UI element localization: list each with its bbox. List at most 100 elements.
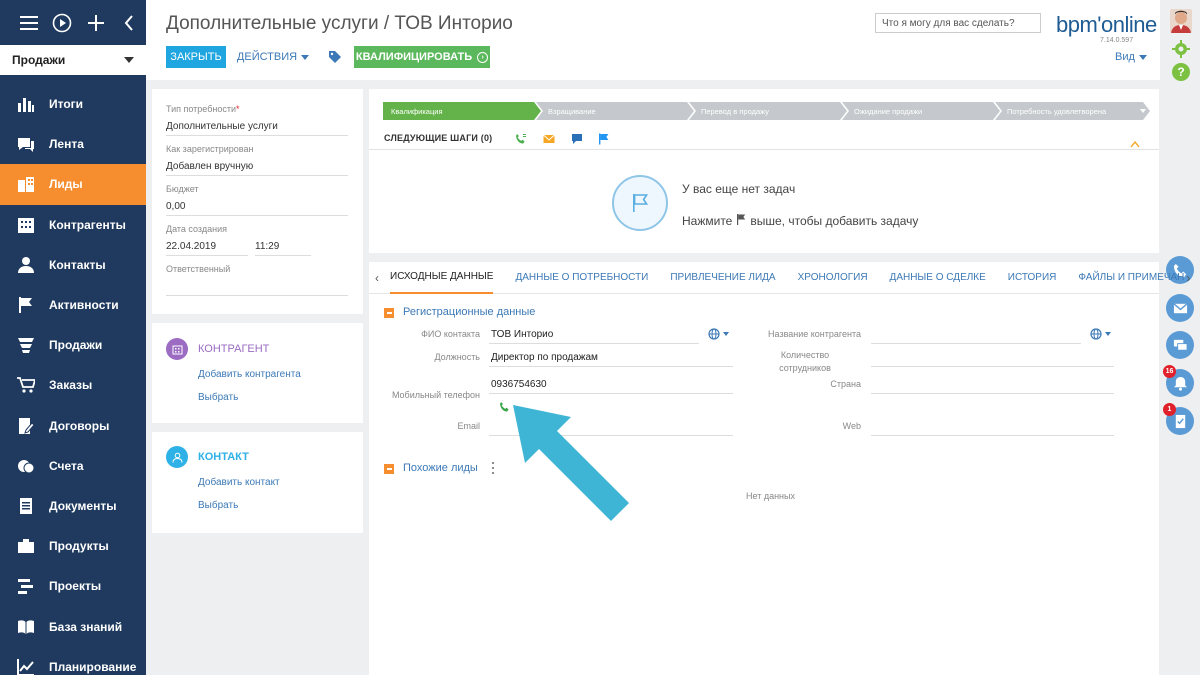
sidebar-item-label: Лента — [49, 137, 84, 152]
dashboard-icon — [16, 94, 36, 114]
stage-qualification[interactable]: Квалификация — [383, 102, 541, 120]
actions-dropdown[interactable]: Действия — [237, 46, 310, 68]
sidebar-item-products[interactable]: Продукты — [0, 526, 146, 566]
field-underline — [166, 295, 348, 296]
add-contact-link[interactable]: Добавить контакт — [198, 477, 280, 488]
mobile-phone-label: Мобильный телефон — [391, 390, 480, 400]
field-underline — [166, 135, 348, 136]
tab-lead-acquisition[interactable]: ПРИВЛЕЧЕНИЕ ЛИДА — [670, 262, 775, 294]
tab-deal-data[interactable]: ДАННЫЕ О СДЕЛКЕ — [890, 262, 986, 294]
sidebar-item-label: Договоры — [49, 418, 110, 433]
budget-field[interactable]: 0,00 — [166, 201, 185, 212]
help-icon[interactable]: ? — [1172, 63, 1190, 81]
field-underline — [489, 366, 733, 367]
stage-need-satisfied[interactable]: Потребность удовлетворена — [995, 102, 1150, 120]
sidebar-item-planning[interactable]: Планирование — [0, 647, 146, 675]
created-time-field[interactable]: 11:29 — [255, 241, 279, 252]
sidebar-item-dashboards[interactable]: Итоги — [0, 84, 146, 124]
globe-lookup-icon[interactable] — [1090, 327, 1116, 341]
contact-name-field[interactable]: ТОВ Инторио — [491, 329, 553, 340]
collapse-group-icon[interactable] — [384, 308, 394, 318]
need-type-field[interactable]: Дополнительные услуги — [166, 121, 278, 132]
empty-tasks-title: У вас еще нет задач — [682, 182, 796, 196]
registration-group-title[interactable]: Регистрационные данные — [403, 306, 535, 318]
invoices-icon — [16, 456, 36, 476]
owner-label: Ответственный — [166, 264, 231, 274]
user-avatar[interactable] — [1170, 9, 1192, 33]
call-phone-icon[interactable] — [499, 400, 511, 412]
collapse-group-icon[interactable] — [384, 464, 394, 474]
job-title-label: Должность — [434, 352, 480, 362]
sidebar-item-label: Продажи — [49, 338, 103, 353]
divider — [369, 149, 1159, 150]
qualify-button[interactable]: Квалифицировать › — [354, 46, 490, 68]
close-button[interactable]: Закрыть — [166, 46, 226, 68]
job-title-field[interactable]: Директор по продажам — [491, 352, 598, 363]
sidebar-item-label: Итоги — [49, 97, 84, 112]
page-header: Дополнительные услуги / ТОВ Инторио Закр… — [146, 0, 1160, 80]
sidebar-item-contacts[interactable]: Контакты — [0, 245, 146, 285]
workplace-selector[interactable]: Продажи — [0, 45, 146, 75]
contract-pen-icon — [16, 416, 36, 436]
chat-button[interactable] — [1166, 331, 1194, 359]
need-type-label: Тип потребности* — [166, 104, 240, 114]
chevron-down-icon — [301, 54, 310, 60]
sidebar-item-leads[interactable]: Лиды — [0, 164, 146, 205]
add-task-flag-icon[interactable] — [598, 132, 610, 145]
play-process-icon[interactable] — [46, 8, 80, 38]
field-underline — [489, 393, 733, 394]
chevron-down-icon — [1140, 109, 1146, 113]
chevron-right-icon[interactable]: › — [1186, 271, 1190, 285]
view-dropdown[interactable]: Вид — [1115, 51, 1147, 63]
chevron-left-icon[interactable]: ‹ — [375, 271, 379, 285]
mobile-phone-field[interactable]: 0936754630 — [491, 379, 547, 390]
sidebar-item-documents[interactable]: Документы — [0, 486, 146, 526]
email-button[interactable] — [1166, 294, 1194, 322]
tab-source-data[interactable]: ИСХОДНЫЕ ДАННЫЕ — [390, 262, 494, 294]
add-call-icon[interactable] — [515, 132, 527, 144]
sidebar-item-invoices[interactable]: Счета — [0, 446, 146, 486]
globe-lookup-icon[interactable] — [708, 327, 734, 341]
select-contact-link[interactable]: Выбрать — [198, 500, 238, 511]
feed-icon — [16, 134, 36, 154]
add-account-link[interactable]: Добавить контрагента — [198, 369, 301, 380]
sidebar-item-activities[interactable]: Активности — [0, 285, 146, 325]
empty-tasks-flag-icon — [612, 175, 668, 231]
plus-icon[interactable] — [79, 8, 113, 38]
more-options-icon[interactable] — [490, 462, 496, 474]
similar-leads-group-title[interactable]: Похожие лиды — [403, 462, 478, 474]
tab-timeline[interactable]: ХРОНОЛОГИЯ — [798, 262, 868, 294]
stage-nurturing[interactable]: Взращивание — [536, 102, 694, 120]
sidebar-item-label: Заказы — [49, 378, 93, 393]
tasks-badge: 1 — [1163, 403, 1176, 416]
add-email-icon[interactable] — [543, 132, 555, 144]
hamburger-menu-icon[interactable] — [12, 8, 46, 38]
sidebar-item-accounts[interactable]: Контрагенты — [0, 205, 146, 245]
command-search-input[interactable]: Что я могу для вас сделать? — [875, 13, 1041, 33]
tab-history[interactable]: ИСТОРИЯ — [1008, 262, 1057, 294]
hint-text-before: Нажмите — [682, 214, 733, 228]
select-account-link[interactable]: Выбрать — [198, 392, 238, 403]
tab-files-notes[interactable]: ФАЙЛЫ И ПРИМЕЧАН — [1078, 262, 1184, 294]
tab-strip: ‹ ИСХОДНЫЕ ДАННЫЕ ДАННЫЕ О ПОТРЕБНОСТИ П… — [369, 262, 1190, 294]
created-date-field[interactable]: 22.04.2019 — [166, 241, 216, 252]
sidebar-item-knowledge-base[interactable]: База знаний — [0, 606, 146, 646]
collapse-left-icon[interactable] — [113, 8, 147, 38]
add-message-icon[interactable] — [571, 132, 583, 144]
tag-icon[interactable] — [326, 49, 344, 65]
accounts-icon — [16, 215, 36, 235]
registered-field[interactable]: Добавлен вручную — [166, 161, 253, 172]
chat-icon — [1173, 339, 1188, 351]
stage-transfer-to-sale[interactable]: Перевод в продажу — [689, 102, 847, 120]
sidebar-item-sales[interactable]: Продажи — [0, 325, 146, 365]
sidebar-item-feed[interactable]: Лента — [0, 124, 146, 164]
chevron-up-icon[interactable] — [1130, 135, 1140, 148]
lead-details-panel: ‹ ИСХОДНЫЕ ДАННЫЕ ДАННЫЕ О ПОТРЕБНОСТИ П… — [369, 262, 1190, 675]
account-card-title: КОНТРАГЕНТ — [198, 343, 270, 355]
stage-awaiting-sale[interactable]: Ожидание продажи — [842, 102, 1000, 120]
sidebar-item-contracts[interactable]: Договоры — [0, 406, 146, 446]
gear-icon[interactable] — [1172, 40, 1190, 58]
sidebar-item-orders[interactable]: Заказы — [0, 365, 146, 405]
sidebar-item-projects[interactable]: Проекты — [0, 566, 146, 606]
tab-need-data[interactable]: ДАННЫЕ О ПОТРЕБНОСТИ — [515, 262, 648, 294]
